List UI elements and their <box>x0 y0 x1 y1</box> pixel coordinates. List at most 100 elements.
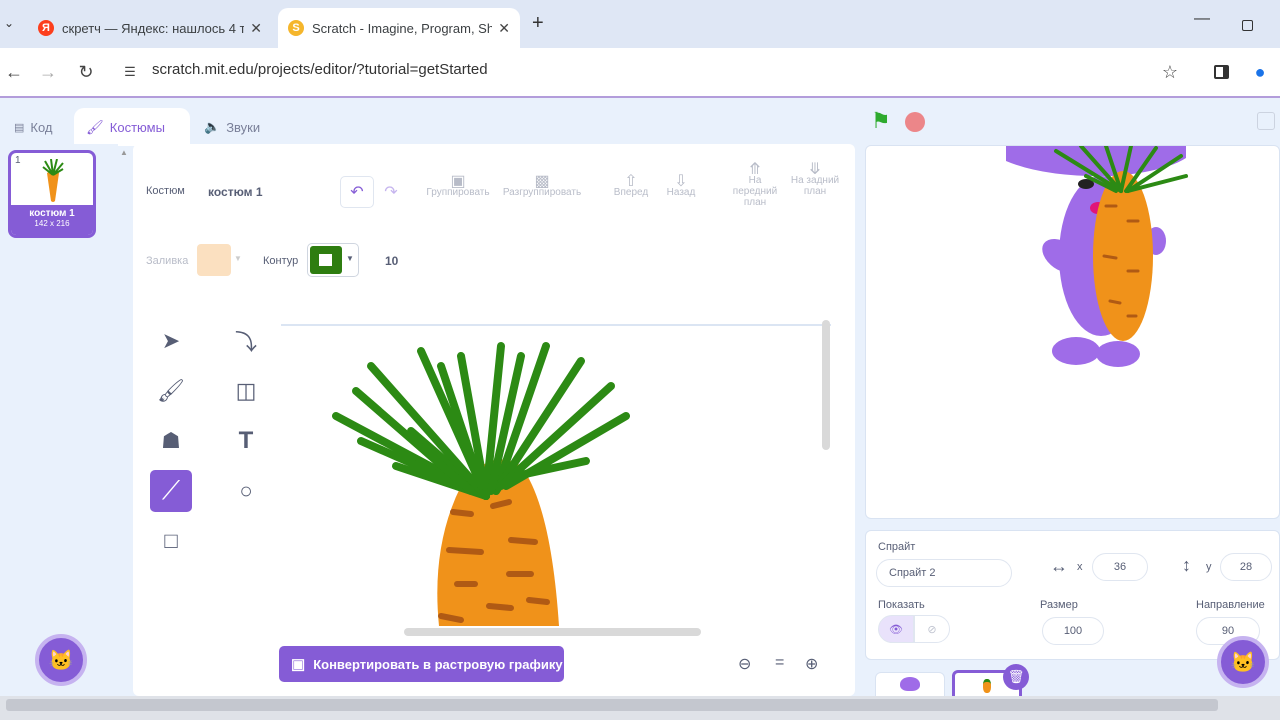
fill-color-swatch[interactable] <box>197 244 231 276</box>
costume-thumbnail <box>42 159 64 202</box>
arrow-down-icon: ⇩ <box>674 173 688 190</box>
brush-tool[interactable]: 🖌 <box>150 370 192 412</box>
fill-dropdown-icon[interactable]: ▼ <box>234 254 242 263</box>
arrow-bottom-icon: ⤋ <box>808 161 822 178</box>
list-scroll-up-icon[interactable]: ▲ <box>120 148 128 157</box>
forward-icon[interactable]: → <box>36 60 60 84</box>
select-tool[interactable]: ➤ <box>150 320 192 362</box>
text-tool[interactable]: T <box>225 420 267 462</box>
outline-label: Контур <box>263 255 299 267</box>
outline-dropdown-icon: ▼ <box>346 254 354 263</box>
canvas-horizontal-scrollbar[interactable] <box>404 628 701 636</box>
drawing-canvas[interactable] <box>281 324 831 636</box>
new-tab-button[interactable]: + <box>532 12 544 35</box>
ungroup-button[interactable]: ▩ Разгруппировать <box>498 174 586 199</box>
rectangle-tool[interactable]: □ <box>150 520 192 562</box>
carrot-drawing <box>332 342 630 626</box>
convert-label: Конвертировать в растровую графику <box>313 656 563 672</box>
front-button[interactable]: ⤊ На передний план <box>728 161 782 209</box>
reload-icon[interactable]: ↻ <box>74 60 98 84</box>
url-input[interactable]: scratch.mit.edu/projects/editor/?tutoria… <box>152 61 488 78</box>
size-input[interactable]: 100 <box>1042 617 1104 645</box>
stage[interactable] <box>865 145 1280 519</box>
group-label: Группировать <box>426 187 490 198</box>
group-button[interactable]: ▣ Группировать <box>420 174 496 199</box>
browser-tab-scratch[interactable]: S Scratch - Imagine, Program, Sh ✕ <box>278 8 520 48</box>
undo-button[interactable]: ↶ <box>340 176 374 208</box>
sprite-info-panel: Спрайт Спрайт 2 ↔ x 36 ↕ y 28 Показать 👁… <box>865 530 1280 660</box>
y-arrows-icon: ↕ <box>1182 555 1191 575</box>
forward-label: Вперед <box>613 187 649 198</box>
tab-code[interactable]: ▤ Код <box>2 108 72 146</box>
paint-bucket-icon: ☗ <box>161 428 181 453</box>
backward-button[interactable]: ⇩ Назад <box>656 173 706 199</box>
delete-sprite-button[interactable]: 🗑 <box>1003 664 1029 690</box>
outline-color-swatch[interactable]: ▼ <box>307 243 359 277</box>
convert-to-bitmap-button[interactable]: ▣ Конвертировать в растровую графику <box>279 646 564 682</box>
choose-costume-button[interactable]: 🐱 <box>35 634 87 686</box>
page-horizontal-scrollbar[interactable] <box>6 699 1218 711</box>
choose-sprite-button[interactable]: 🐱 <box>1217 636 1269 688</box>
circle-tool[interactable]: ○ <box>225 470 267 512</box>
tab-costumes[interactable]: 🖌 Костюмы <box>74 108 190 146</box>
costume-card[interactable]: 1 костюм 1 142 x 216 <box>8 150 96 238</box>
x-input[interactable]: 36 <box>1092 553 1148 581</box>
site-settings-icon[interactable]: ☰ <box>118 60 142 84</box>
square-icon: □ <box>164 528 178 553</box>
fill-tool[interactable]: ☗ <box>150 420 192 462</box>
green-flag-icon[interactable]: ⚑ <box>871 108 891 134</box>
costume-name: костюм 1 <box>29 208 75 219</box>
code-icon: ▤ <box>14 121 25 134</box>
arrow-top-icon: ⤊ <box>748 161 762 178</box>
yandex-icon: Я <box>38 20 54 36</box>
scratch-icon: S <box>288 20 304 36</box>
zoom-out-button[interactable]: ⊖ <box>738 654 751 674</box>
close-tab-icon[interactable]: ✕ <box>498 20 510 37</box>
tab-sounds[interactable]: 🔈 Звуки <box>192 108 282 146</box>
carrot-icon <box>983 679 991 693</box>
cursor-arrow-icon: ➤ <box>161 328 181 353</box>
x-arrows-icon: ↔ <box>1050 556 1068 576</box>
reshape-tool[interactable]: ⤵ <box>225 320 267 362</box>
stage-size-toggle-icon[interactable] <box>1257 112 1275 130</box>
restore-icon[interactable] <box>1242 20 1253 31</box>
back-button[interactable]: ⤋ На задний план <box>790 161 840 198</box>
tab-label: Код <box>30 119 53 135</box>
circle-icon: ○ <box>239 478 253 503</box>
show-hidden-button[interactable]: ⊘ <box>914 615 950 643</box>
forward-button[interactable]: ⇧ Вперед <box>606 174 656 199</box>
tab-label: Костюмы <box>109 119 165 135</box>
line-tool[interactable]: ⟋ <box>150 470 192 512</box>
outline-width-input[interactable]: 10 <box>385 254 398 268</box>
costume-name-input[interactable]: костюм 1 <box>208 185 263 199</box>
costume-label: костюм 1 142 x 216 <box>11 205 93 235</box>
show-visible-button[interactable]: 👁 <box>878 615 914 643</box>
back-icon[interactable]: ← <box>2 60 26 84</box>
stop-icon[interactable] <box>905 112 925 132</box>
front-label: На передний план <box>732 175 778 208</box>
browser-tab-yandex[interactable]: Я скретч — Яндекс: нашлось 4 т ✕ <box>28 8 272 48</box>
costume-index: 1 <box>15 155 21 166</box>
trash-icon: 🗑 <box>1007 669 1025 684</box>
tab-label: Звуки <box>226 119 261 135</box>
y-input[interactable]: 28 <box>1220 553 1272 581</box>
tab-list-chevron-icon[interactable]: ⌄ <box>4 16 14 30</box>
minimize-icon[interactable]: — <box>1194 10 1210 28</box>
cat-icon: 🐱 <box>1230 651 1256 674</box>
line-icon: ⟋ <box>161 475 181 505</box>
zoom-reset-button[interactable]: = <box>775 654 784 672</box>
stage-header: ⚑ <box>865 104 1280 140</box>
redo-button[interactable]: ↷ <box>374 176 408 208</box>
fill-label: Заливка <box>146 255 189 267</box>
eraser-tool[interactable]: ◫ <box>225 370 267 412</box>
backward-label: Назад <box>666 187 696 198</box>
close-tab-icon[interactable]: ✕ <box>250 20 262 37</box>
brush-icon: 🖌 <box>157 378 185 403</box>
sprite-name-input[interactable]: Спрайт 2 <box>876 559 1012 587</box>
x-label: x <box>1077 561 1083 573</box>
zoom-in-button[interactable]: ⊕ <box>805 654 818 674</box>
side-panel-icon[interactable] <box>1214 65 1229 79</box>
bookmark-star-icon[interactable]: ☆ <box>1158 60 1182 84</box>
canvas-vertical-scrollbar[interactable] <box>822 320 830 450</box>
profile-icon[interactable]: ● <box>1248 60 1272 84</box>
